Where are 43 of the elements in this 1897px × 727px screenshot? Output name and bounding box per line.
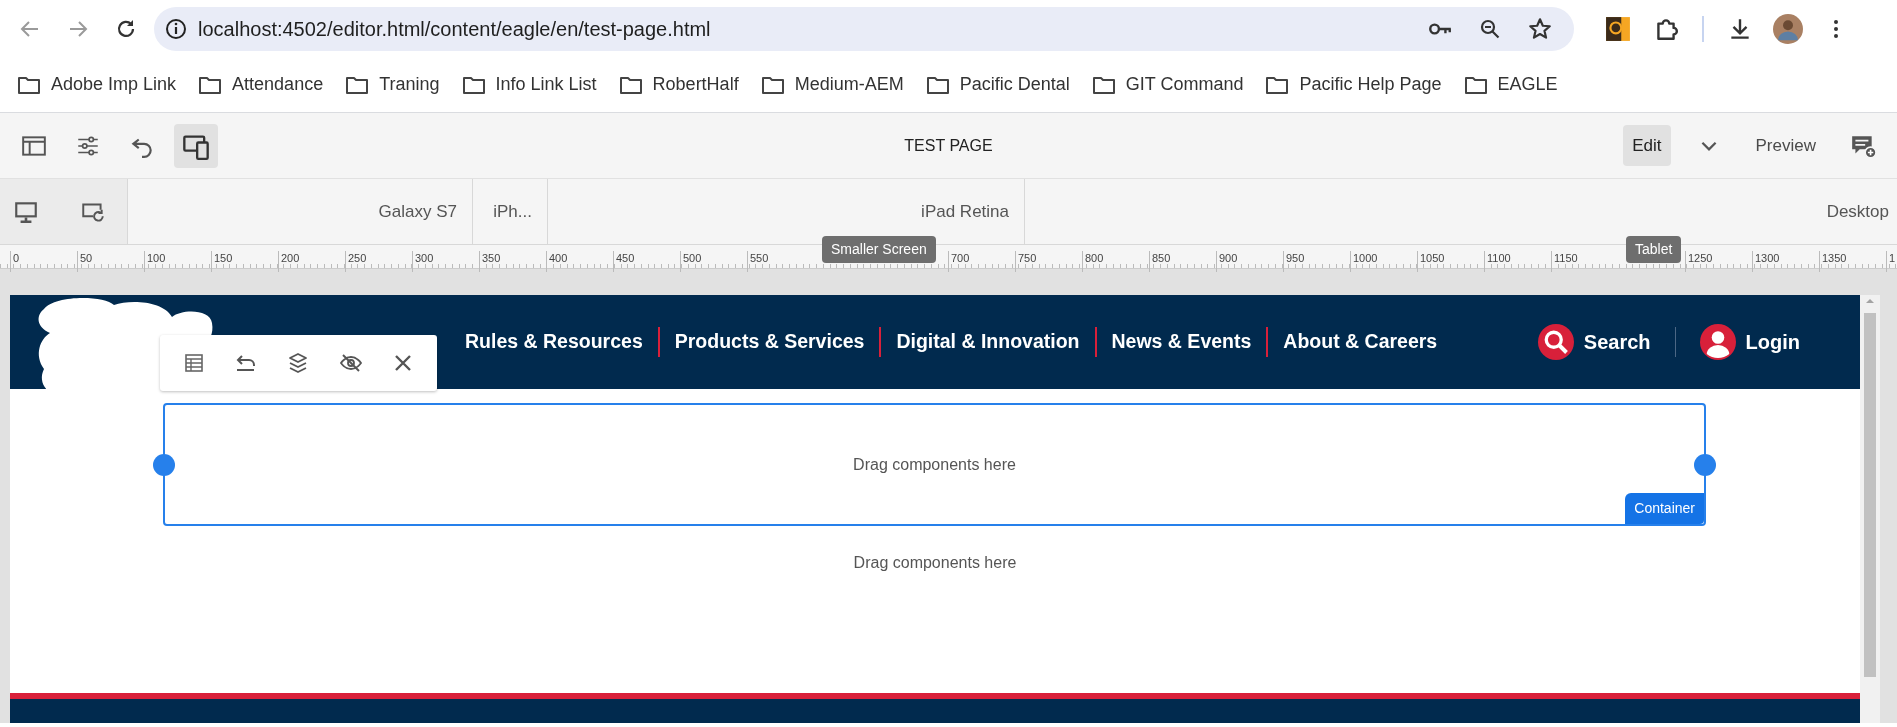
device-breakpoint[interactable]: iPh... xyxy=(473,179,548,244)
mode-button[interactable]: Preview xyxy=(1746,124,1825,167)
login-link[interactable]: Login xyxy=(1699,324,1800,360)
bookmark[interactable]: Pacific Dental xyxy=(916,67,1079,102)
tooltip: Smaller Screen xyxy=(822,236,936,263)
kebab-menu-icon xyxy=(1833,18,1839,39)
user-icon xyxy=(1699,324,1736,360)
nav-link[interactable]: About & Careers xyxy=(1266,327,1453,357)
address-bar[interactable]: localhost:4502/editor.html/content/eagle/en/test-page.html xyxy=(154,6,1574,51)
page-title: TEST PAGE xyxy=(904,135,993,156)
chevron-down-icon xyxy=(1700,140,1717,151)
nav-link[interactable]: Products & Services xyxy=(657,327,880,357)
container-box[interactable]: Drag components here Container xyxy=(163,403,1706,526)
bookmark[interactable]: Adobe Imp Link xyxy=(8,67,186,102)
mode-button[interactable]: Edit xyxy=(1623,124,1671,167)
bookmark[interactable]: Traning xyxy=(336,67,449,102)
nav-link[interactable]: News & Events xyxy=(1094,327,1267,357)
search-link[interactable]: Search xyxy=(1537,324,1651,360)
avatar-icon xyxy=(1773,13,1803,44)
bookmark[interactable]: Attendance xyxy=(189,67,333,102)
resize-handle[interactable] xyxy=(1694,453,1716,476)
drop-hint: Drag components here xyxy=(853,553,1017,573)
info-icon xyxy=(164,16,188,41)
bookmark[interactable]: Medium-AEM xyxy=(751,67,913,102)
bookmark[interactable]: GIT Command xyxy=(1082,67,1253,102)
bookmark[interactable]: RobertHalf xyxy=(609,67,748,102)
device-breakpoint[interactable]: Galaxy S7 xyxy=(128,179,473,244)
star-icon xyxy=(1527,15,1553,42)
url-text: localhost:4502/editor.html/content/eagle/en/test-page.html xyxy=(198,16,712,42)
emulator-toggle-button[interactable] xyxy=(174,123,218,168)
search-icon xyxy=(1537,324,1574,360)
nav-link[interactable]: Rules & Resources xyxy=(450,327,658,357)
bookmark[interactable]: EAGLE xyxy=(1454,67,1567,102)
scrollbar[interactable] xyxy=(1860,295,1880,723)
scroll-thumb[interactable] xyxy=(1864,313,1876,677)
tooltip: Tablet xyxy=(1626,236,1682,263)
resize-handle[interactable] xyxy=(153,453,175,476)
nav-link[interactable]: Digital & Innovation xyxy=(879,327,1095,357)
component-label: Container xyxy=(1625,493,1704,524)
bookmark[interactable]: Pacific Help Page xyxy=(1256,67,1451,102)
drop-hint: Drag components here xyxy=(853,454,1016,475)
bookmark[interactable]: Info Link List xyxy=(452,67,606,102)
extension-logo-icon xyxy=(1605,15,1631,42)
